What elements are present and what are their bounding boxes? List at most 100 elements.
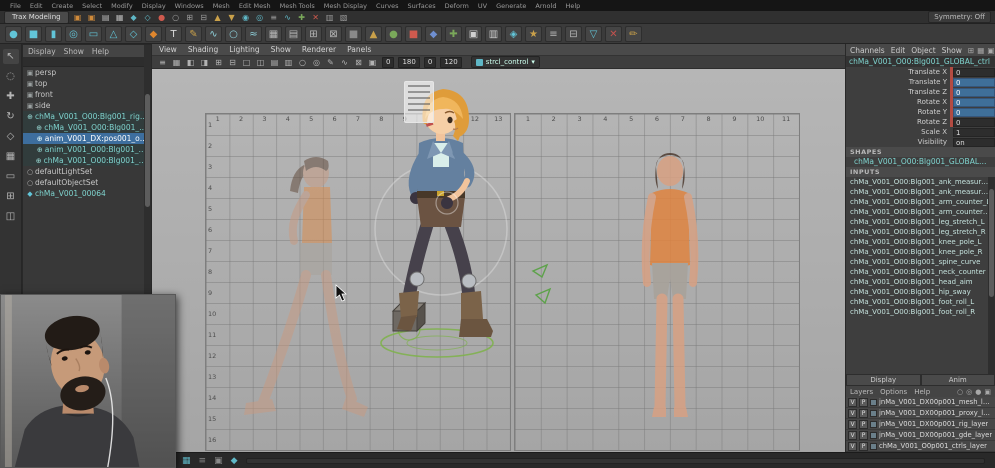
viewport-toolbar-icon[interactable]: ∿ <box>338 58 351 67</box>
playback-end-field[interactable]: 120 <box>440 57 461 68</box>
menubar-item[interactable]: Modify <box>111 2 133 10</box>
shelf-tool-icon[interactable]: ▥ <box>485 26 502 42</box>
outliner-menu-item[interactable]: Help <box>92 47 109 56</box>
shelf-tool-icon[interactable]: ✚ <box>445 26 462 42</box>
shelf-tool-icon[interactable]: ⊞ <box>305 26 322 42</box>
status-icon[interactable]: ▣ <box>86 12 98 23</box>
viewport-toolbar-icon[interactable]: ▥ <box>282 58 295 67</box>
shelf-tool-icon[interactable]: ▲ <box>365 26 382 42</box>
viewport-canvas[interactable]: 12345678910111213 1234567891011121314151… <box>152 69 845 452</box>
shelf-tool-icon[interactable]: ◆ <box>425 26 442 42</box>
viewport-toolbar-icon[interactable]: ⊞ <box>212 58 225 67</box>
input-node-item[interactable]: chMa_V001_O00:Blg001_arm_counter_R <box>846 207 995 217</box>
tool-icon[interactable]: ◫ <box>3 209 19 224</box>
status-icon[interactable]: ⊞ <box>184 12 196 23</box>
channel-label[interactable]: Rotate X <box>846 98 950 106</box>
input-node-item[interactable]: chMa_V001_O00:Blg001_ank_measure_R <box>846 187 995 197</box>
outliner-item[interactable]: ▣ side <box>23 100 151 111</box>
status-icon[interactable]: ○ <box>170 12 182 23</box>
shelf-tool-icon[interactable]: ◇ <box>125 26 142 42</box>
menu-set-selector[interactable]: Trax Modeling <box>4 11 69 24</box>
bottom-bar-icon[interactable]: ◆ <box>231 456 238 466</box>
shelf-tool-icon[interactable]: ≡ <box>545 26 562 42</box>
viewport-toolbar-icon[interactable]: ▦ <box>170 58 183 67</box>
menubar-item[interactable]: Surfaces <box>408 2 436 10</box>
status-icon[interactable]: ◆ <box>128 12 140 23</box>
viewport-toolbar-icon[interactable]: ⊟ <box>226 58 239 67</box>
shelf-tool-icon[interactable]: ▽ <box>585 26 602 42</box>
menubar-item[interactable]: UV <box>478 2 487 10</box>
symmetry-selector[interactable]: Symmetry: Off <box>928 11 991 23</box>
status-icon[interactable]: ⊟ <box>198 12 210 23</box>
input-node-item[interactable]: chMa_V001_O00:Blg001_head_aim <box>846 277 995 287</box>
status-icon[interactable]: ✕ <box>310 12 322 23</box>
input-node-item[interactable]: chMa_V001_O00:Blg001_ank_measure_L <box>846 177 995 187</box>
status-icon[interactable]: ▤ <box>100 12 112 23</box>
status-icon[interactable]: ● <box>156 12 168 23</box>
layer-visibility-toggle[interactable]: V <box>848 398 857 407</box>
channel-box-menu-item[interactable]: Show <box>942 46 962 55</box>
reference-figure-front-view[interactable] <box>620 145 720 445</box>
tool-icon[interactable]: ◇ <box>3 129 19 144</box>
shelf-tool-icon[interactable]: ● <box>5 26 22 42</box>
outliner-item[interactable]: ⊕ anim_V001_O00:Blg001_extras <box>23 144 151 155</box>
status-icon[interactable]: ▣ <box>72 12 84 23</box>
bottom-bar-icon[interactable]: ▦ <box>182 456 191 466</box>
channel-label[interactable]: Translate X <box>846 68 950 76</box>
layer-visibility-toggle[interactable]: V <box>848 409 857 418</box>
layer-toolbar-icon[interactable]: ○ <box>957 388 963 396</box>
input-node-item[interactable]: chMa_V001_O00:Blg001_leg_stretch_R <box>846 227 995 237</box>
menubar-item[interactable]: Curves <box>376 2 399 10</box>
input-node-item[interactable]: chMa_V001_O00:Blg001_knee_pole_R <box>846 247 995 257</box>
channel-box-menu-item[interactable]: Edit <box>891 46 906 55</box>
input-node-item[interactable]: chMa_V001_O00:Blg001_arm_counter_L <box>846 197 995 207</box>
bottom-bar-icon[interactable]: ▣ <box>214 456 223 466</box>
layer-playback-toggle[interactable]: P <box>859 409 868 418</box>
outliner-item[interactable]: ⊕ chMa_V001_O00:Blg001_geo_grp <box>23 122 151 133</box>
channel-box-menu-item[interactable]: Channels <box>850 46 885 55</box>
outliner-item[interactable]: ◆ chMa_V001_00064 <box>23 188 151 199</box>
shelf-tool-icon[interactable]: ⊠ <box>325 26 342 42</box>
viewport-menu-item[interactable]: Show <box>271 45 291 54</box>
layer-playback-toggle[interactable]: P <box>859 420 868 429</box>
viewport-toolbar-icon[interactable]: □ <box>240 58 253 67</box>
tool-icon[interactable]: ▭ <box>3 169 19 184</box>
menubar-item[interactable]: Edit <box>30 2 43 10</box>
shelf-tool-icon[interactable]: ✎ <box>185 26 202 42</box>
outliner-item[interactable]: ⊕ chMa_V001_O00:Blg001_anim_ctrls <box>23 155 151 166</box>
layer-color-swatch[interactable] <box>870 399 877 406</box>
layer-name[interactable]: chMa_V001_O0p001_ctrls_layer <box>879 442 987 450</box>
status-icon[interactable]: ▦ <box>114 12 126 23</box>
viewport-toolbar-icon[interactable]: ◎ <box>310 58 323 67</box>
channel-box-menu-item[interactable]: Object <box>911 46 935 55</box>
outliner-menu-item[interactable]: Show <box>64 47 84 56</box>
layer-editor-tab[interactable]: Anim <box>921 374 995 386</box>
channel-label[interactable]: Scale X <box>846 128 950 136</box>
layer-name[interactable]: jnMa_V001_DX00p001_mesh_layer <box>879 398 993 406</box>
menubar-item[interactable]: Mesh Tools <box>280 2 315 10</box>
shelf-tool-icon[interactable]: ◆ <box>145 26 162 42</box>
channel-box-scrollbar[interactable] <box>988 177 995 374</box>
status-icon[interactable]: ▧ <box>338 12 350 23</box>
shelf-tool-icon[interactable]: ◈ <box>505 26 522 42</box>
viewport-menu-item[interactable]: Renderer <box>302 45 336 54</box>
layer-menu-item[interactable]: Layers <box>850 388 873 396</box>
tool-icon[interactable]: ✚ <box>3 89 19 104</box>
shelf-tool-icon[interactable]: ● <box>385 26 402 42</box>
layer-menu-item[interactable]: Help <box>914 388 930 396</box>
status-icon[interactable]: ≡ <box>268 12 280 23</box>
channel-label[interactable]: Translate Z <box>846 88 950 96</box>
layer-visibility-toggle[interactable]: V <box>848 420 857 429</box>
outliner-filter-field[interactable] <box>23 57 151 67</box>
menubar-item[interactable]: Deform <box>445 2 469 10</box>
viewport-menu-item[interactable]: Panels <box>347 45 371 54</box>
menubar-item[interactable]: File <box>10 2 21 10</box>
tool-icon[interactable]: ◌ <box>3 69 19 84</box>
layer-color-swatch[interactable] <box>870 443 877 450</box>
tool-icon[interactable]: ↻ <box>3 109 19 124</box>
layer-color-swatch[interactable] <box>870 432 877 439</box>
selected-object-name[interactable]: chMa_V001_O00:Blg001_GLOBAL_ctrl <box>846 56 995 67</box>
status-icon[interactable]: ✚ <box>296 12 308 23</box>
outliner-item[interactable]: ▣ front <box>23 89 151 100</box>
channel-value-field[interactable]: 0 <box>953 88 995 97</box>
